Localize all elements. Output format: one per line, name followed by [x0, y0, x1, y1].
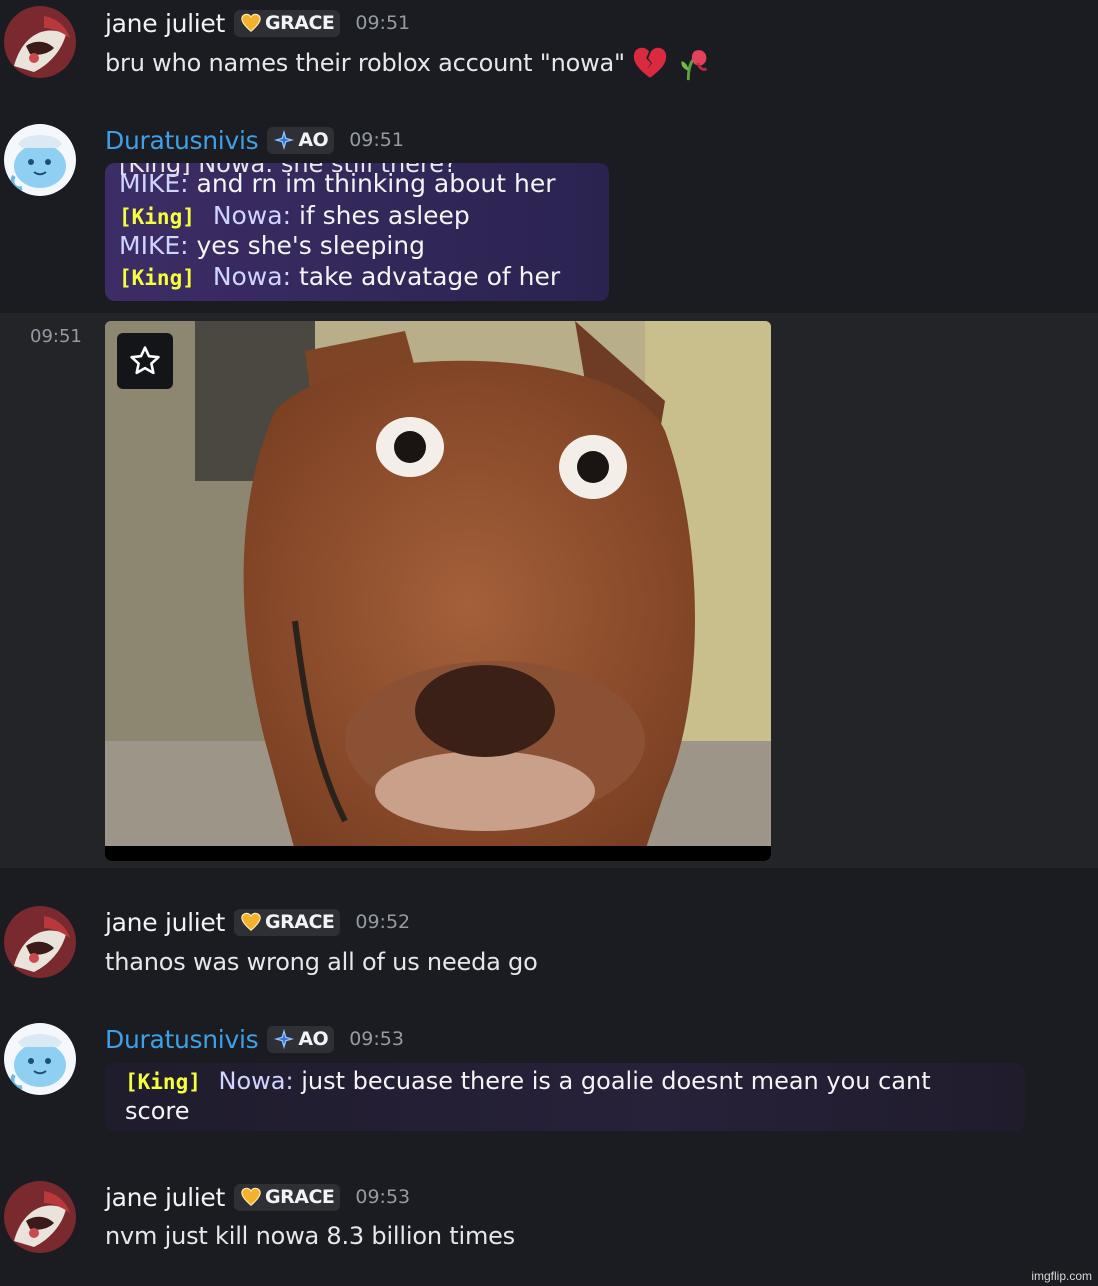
chat-text: if shes asleep [298, 201, 470, 230]
avatar[interactable] [4, 906, 76, 978]
guild-tag[interactable]: GRACE [234, 1183, 341, 1211]
avatar-jane-icon [4, 1181, 76, 1253]
chat-line: [King] Nowa: just becuase there is a goa… [125, 1067, 931, 1095]
favorite-gif-button[interactable] [117, 333, 173, 389]
chat-line: [King] Nowa: if shes asleep [119, 201, 470, 230]
avatar[interactable] [4, 1023, 76, 1095]
username[interactable]: jane juliet [105, 908, 225, 937]
guild-tag[interactable]: AO [267, 126, 335, 154]
timestamp: 09:51 [355, 12, 411, 34]
avatar[interactable] [4, 1181, 76, 1253]
guild-tag[interactable]: GRACE [234, 908, 341, 936]
watermark: imgflip.com [1031, 1269, 1092, 1283]
message-header: Duratusnivis AO 09:53 [105, 1023, 404, 1055]
guild-tag-label: GRACE [265, 911, 335, 933]
message-content: bru who names their roblox account "nowa… [105, 43, 713, 83]
guild-tag-label: GRACE [265, 12, 335, 34]
gold-heart-icon [241, 13, 261, 32]
message-header: jane juliet GRACE 09:51 [105, 7, 410, 39]
message-header: Duratusnivis AO 09:51 [105, 124, 404, 156]
guild-tag-label: GRACE [265, 1186, 335, 1208]
wilted-flower-emoji [675, 44, 713, 82]
chat-speaker: Nowa: [212, 262, 291, 291]
chat-line: [King] Nowa: take advatage of her [119, 262, 560, 291]
roblox-chat-screenshot[interactable]: [King] Nowa: she still there? MIKE: and … [105, 163, 609, 301]
gold-heart-icon [241, 912, 261, 931]
hover-timestamp: 09:51 [30, 326, 82, 347]
sparkle-icon [274, 129, 295, 151]
chat-text: take advatage of her [298, 262, 561, 291]
roblox-chat-screenshot[interactable]: [King] Nowa: just becuase there is a goa… [105, 1063, 1025, 1131]
guild-tag-label: AO [298, 129, 329, 151]
message-text: bru who names their roblox account "nowa… [105, 49, 625, 77]
chat-log: jane juliet GRACE 09:51 bru who names th… [0, 0, 1098, 1286]
username[interactable]: Duratusnivis [105, 1025, 259, 1054]
surprised-dog-gif[interactable] [105, 321, 771, 861]
timestamp: 09:51 [349, 129, 404, 151]
chat-line: MIKE: and rn im thinking about her [119, 169, 555, 198]
avatar[interactable] [4, 124, 76, 196]
chat-text: score [125, 1097, 190, 1125]
avatar-jane-icon [4, 906, 76, 978]
king-tag: [King] [125, 1070, 201, 1094]
king-tag: [King] [119, 205, 195, 229]
king-tag: [King] [119, 266, 195, 290]
chat-speaker: MIKE: [119, 169, 189, 198]
message-text: nvm just kill nowa 8.3 billion times [105, 1222, 515, 1250]
username[interactable]: jane juliet [105, 9, 225, 38]
chat-text: yes she's sleeping [196, 231, 426, 260]
guild-tag[interactable]: GRACE [234, 9, 341, 37]
star-icon [130, 346, 160, 375]
chat-speaker: Nowa: [218, 1067, 294, 1095]
guild-tag[interactable]: AO [267, 1025, 335, 1053]
avatar-jane-icon [4, 6, 76, 78]
chat-speaker: MIKE: [119, 231, 189, 260]
username[interactable]: Duratusnivis [105, 126, 259, 155]
message-header: jane juliet GRACE 09:53 [105, 1181, 410, 1213]
message-content: nvm just kill nowa 8.3 billion times [105, 1218, 515, 1254]
gold-heart-icon [241, 1187, 261, 1206]
timestamp: 09:52 [355, 911, 411, 933]
chat-text: and rn im thinking about her [196, 169, 556, 198]
chat-speaker: Nowa: [212, 201, 291, 230]
avatar[interactable] [4, 6, 76, 78]
avatar-duratusnivis-icon [4, 124, 76, 196]
message-content: thanos was wrong all of us needa go [105, 944, 538, 980]
timestamp: 09:53 [349, 1028, 404, 1050]
chat-text: just becuase there is a goalie doesnt me… [301, 1067, 931, 1095]
chat-line: score [125, 1097, 190, 1125]
message-text: thanos was wrong all of us needa go [105, 948, 538, 976]
sparkle-icon [274, 1028, 295, 1050]
message-header: jane juliet GRACE 09:52 [105, 906, 410, 938]
broken-heart-emoji [631, 44, 669, 82]
chat-line: MIKE: yes she's sleeping [119, 231, 425, 260]
username[interactable]: jane juliet [105, 1183, 225, 1212]
guild-tag-label: AO [298, 1028, 329, 1050]
avatar-duratusnivis-icon [4, 1023, 76, 1095]
wilted-flower-icon [681, 50, 708, 81]
broken-heart-icon [633, 47, 667, 78]
timestamp: 09:53 [355, 1186, 411, 1208]
dog-image [105, 321, 771, 861]
